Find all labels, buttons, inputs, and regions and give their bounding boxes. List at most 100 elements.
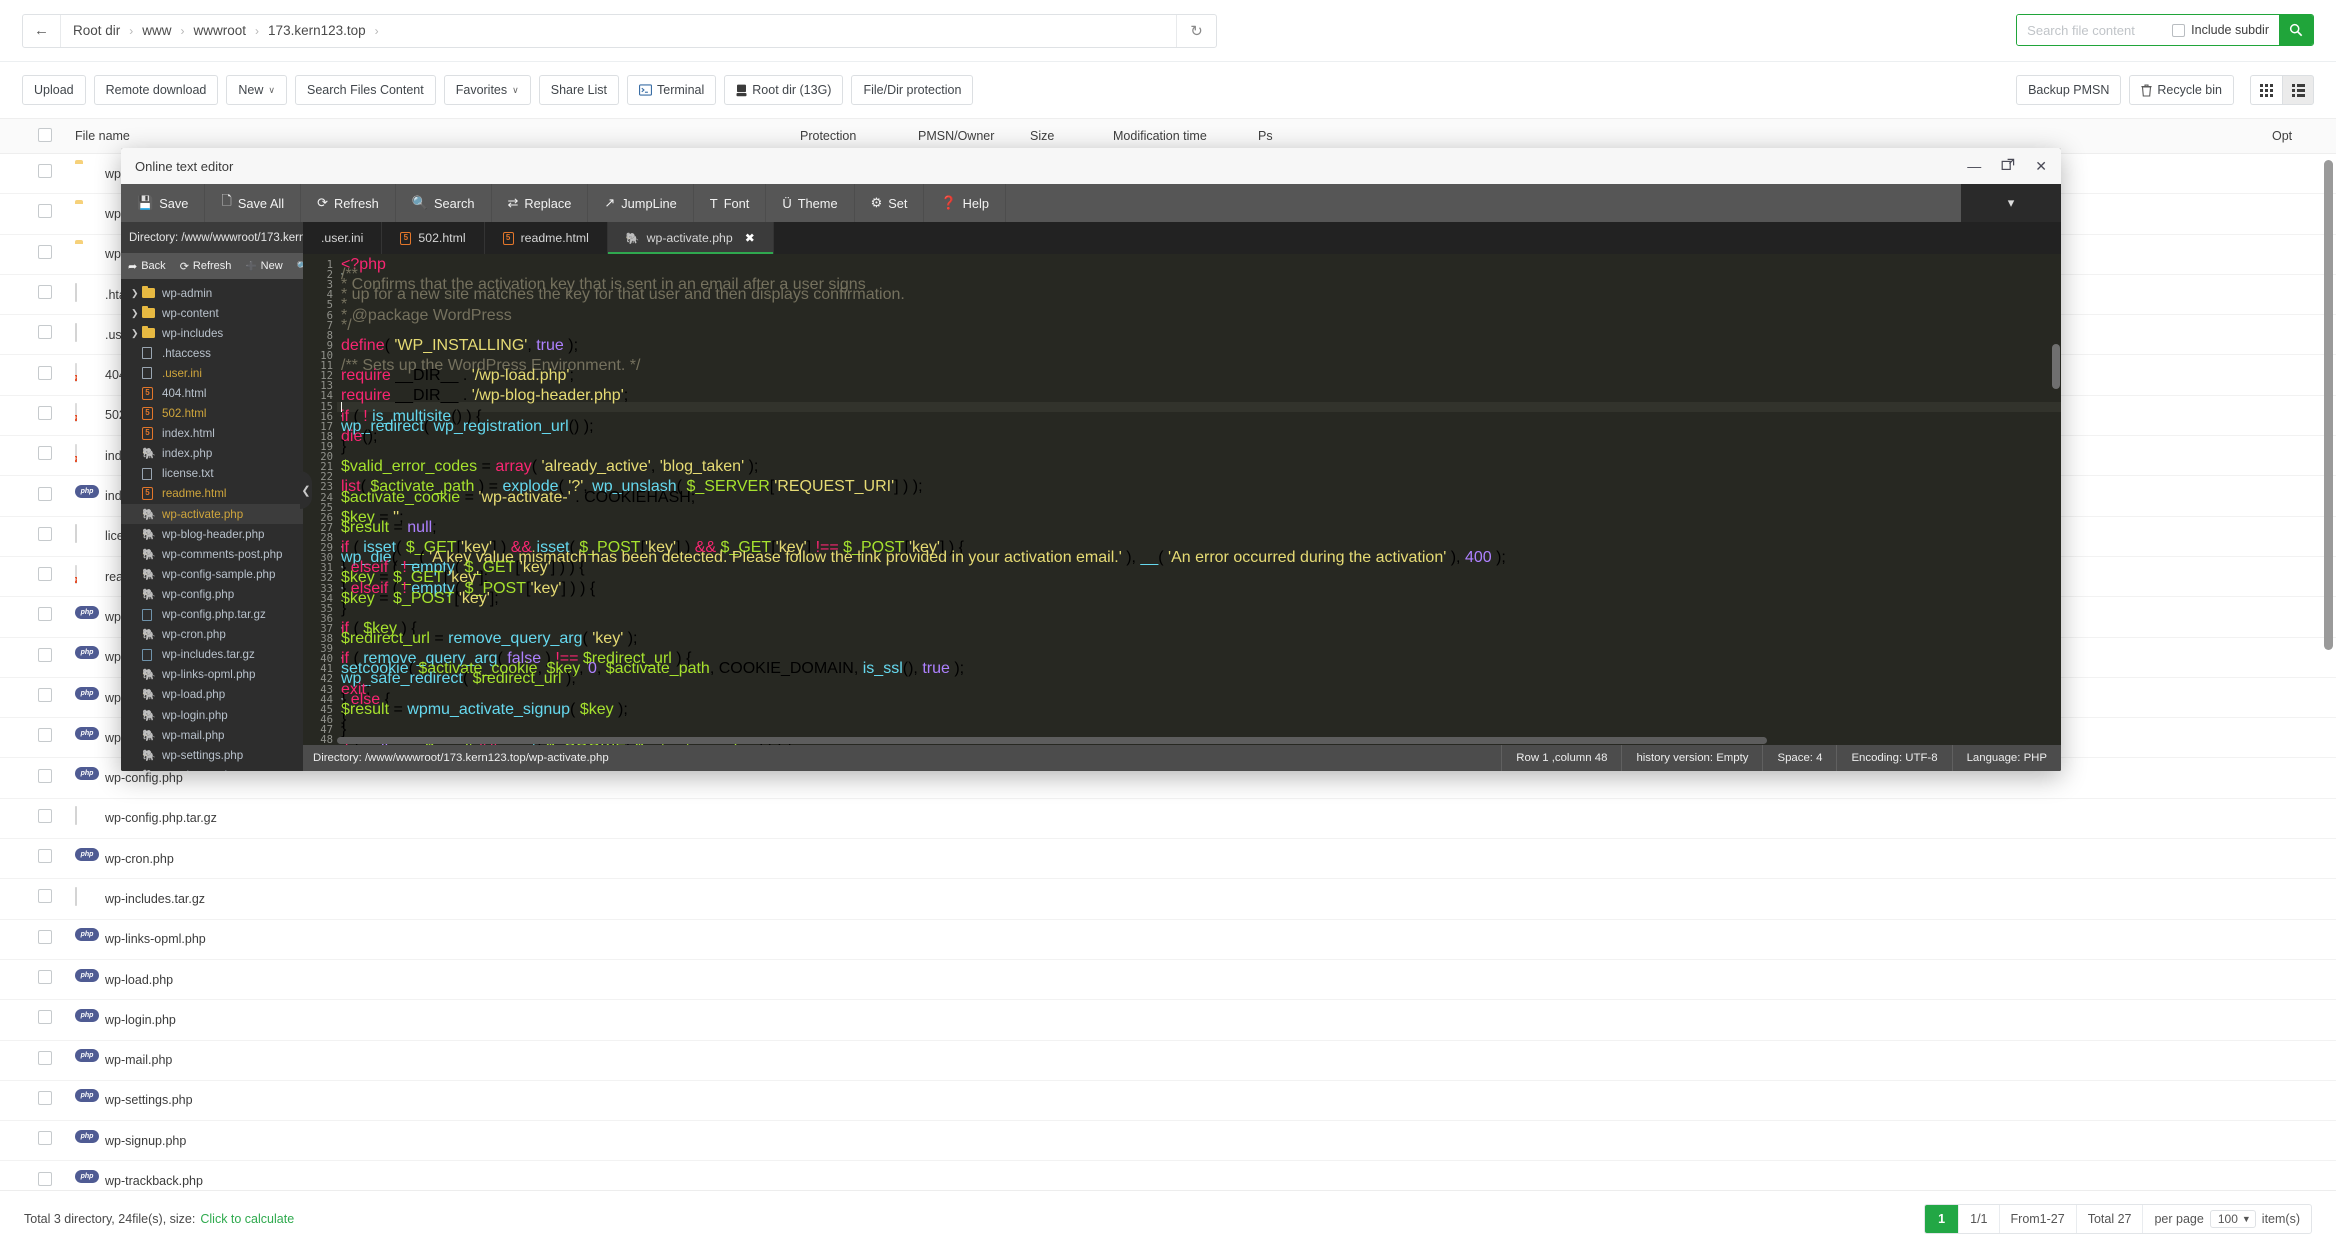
editor-set-button[interactable]: ⚙ Set [855,184,925,222]
code-line[interactable]: setcookie( $activate_cookie, $key, 0, $a… [337,661,2061,677]
tree-item-wp-config-sample-php[interactable]: 🐘 wp-config-sample.php [121,564,303,584]
row-checkbox[interactable] [38,567,52,582]
row-checkbox[interactable] [38,1131,52,1146]
editor-font-button[interactable]: T Font [694,184,767,222]
refresh-icon[interactable]: ↻ [1176,14,1216,47]
code-horizontal-scrollbar[interactable] [337,737,1767,744]
tree-item-wp-admin[interactable]: ❯ wp-admin [121,283,303,303]
code-line[interactable]: */ [337,317,2061,333]
editor-tab-502-html[interactable]: 5 502.html [382,222,485,254]
status-language[interactable]: Language: PHP [1951,745,2061,771]
row-checkbox[interactable] [38,728,52,743]
tree-item-wp-content[interactable]: ❯ wp-content [121,303,303,323]
editor-jumpline-button[interactable]: ↗ JumpLine [588,184,694,222]
tree-item-wp-includes[interactable]: ❯ wp-includes [121,323,303,343]
share-list-button[interactable]: Share List [538,75,620,105]
row-checkbox[interactable] [38,889,52,904]
row-checkbox[interactable] [38,526,52,541]
recycle-bin-button[interactable]: Recycle bin [2129,75,2234,105]
tree-item-wp-config-php[interactable]: 🐘 wp-config.php [121,584,303,604]
tree-item-404-html[interactable]: 5 404.html [121,383,303,403]
row-checkbox[interactable] [38,1050,52,1065]
per-page-select[interactable]: 100 ▼ [2209,1209,2256,1228]
file-name-cell[interactable]: wp-login.php [105,1013,176,1027]
code-line[interactable]: $result = wpmu_activate_signup( $key ); [337,701,2061,717]
tree-item-readme-html[interactable]: 5 readme.html [121,484,303,504]
row-checkbox[interactable] [38,405,52,420]
tree-item-wp-settings-php[interactable]: 🐘 wp-settings.php [121,745,303,765]
file-name-cell[interactable]: wp-trackback.php [105,1174,203,1188]
table-row[interactable]: php wp-mail.php [0,1041,2336,1081]
code-line[interactable]: die(); [337,428,2061,444]
code-line[interactable]: $activate_cookie = 'wp-activate-' . COOK… [337,489,2061,505]
table-row[interactable]: php wp-cron.php [0,839,2336,880]
code-line[interactable]: if ( ! is_multisite() ) { [337,408,2061,424]
tree-new-button[interactable]: ➕ New [238,260,289,272]
row-checkbox[interactable] [38,647,52,662]
editor-title-bar[interactable]: Online text editor — ✕ [121,148,2061,184]
chevron-right-icon[interactable]: ❯ [131,288,142,299]
tree-item--user-ini[interactable]: .user.ini [121,363,303,383]
select-all-checkbox[interactable] [38,128,52,142]
row-checkbox[interactable] [38,1090,52,1105]
file-name-cell[interactable]: wp-includes.tar.gz [105,892,205,906]
remote-download-button[interactable]: Remote download [93,75,219,105]
tree-refresh-button[interactable]: ⟳ Refresh [173,260,239,273]
file-name-cell[interactable]: wp-mail.php [105,1053,172,1067]
backup-pmsn-button[interactable]: Backup PMSN [2016,75,2122,105]
code-area[interactable]: 1234567891011121314151617181920212223242… [303,254,2061,745]
row-checkbox[interactable] [38,1171,52,1186]
row-checkbox[interactable] [38,486,52,501]
tree-item-wp-activate-php[interactable]: 🐘 wp-activate.php [121,504,303,525]
code-line[interactable]: * up for a new site matches the key for … [337,287,2061,303]
file-name-cell[interactable]: wp-settings.php [105,1093,193,1107]
column-pmsn-owner[interactable]: PMSN/Owner [918,129,994,143]
code-line[interactable]: wp_redirect( wp_registration_url() ); [337,418,2061,434]
code-line[interactable]: /** Sets up the WordPress Environment. *… [337,358,2061,374]
editor-search-button[interactable]: 🔍 Search [396,184,492,222]
row-checkbox[interactable] [38,244,52,259]
code-line[interactable]: $redirect_url = remove_query_arg( 'key' … [337,630,2061,646]
file-dir-protection-button[interactable]: File/Dir protection [851,75,974,105]
editor-tab--user-ini[interactable]: .user.ini [303,222,383,254]
editor-save-all-button[interactable]: 🗋 Save All [205,184,302,222]
row-checkbox[interactable] [38,1010,52,1025]
tree-item-wp-config-php-tar-gz[interactable]: wp-config.php.tar.gz [121,605,303,625]
breadcrumb-item-wwwroot[interactable]: wwwroot [194,23,247,38]
code-vertical-scrollbar[interactable] [2052,344,2060,389]
file-list-scrollbar[interactable] [2324,160,2333,650]
tree-item-wp-mail-php[interactable]: 🐘 wp-mail.php [121,725,303,745]
row-checkbox[interactable] [38,768,52,783]
search-button[interactable] [2279,15,2313,45]
code-content[interactable]: <?php/** * Confirms that the activation … [337,254,2061,745]
column-ps[interactable]: Ps [1258,129,1273,143]
row-checkbox[interactable] [38,688,52,702]
row-checkbox[interactable] [38,325,52,340]
editor-theme-button[interactable]: Ü Theme [766,184,855,222]
breadcrumb-item-root[interactable]: Root dir [73,23,120,38]
root-dir-button[interactable]: Root dir (13G) [724,75,844,105]
close-icon[interactable]: ✖ [745,231,755,245]
table-row[interactable]: php wp-login.php [0,1000,2336,1041]
code-line[interactable]: $key = ''; [337,509,2061,525]
tree-item-wp-blog-header-php[interactable]: 🐘 wp-blog-header.php [121,524,303,544]
code-line[interactable]: <?php [337,257,2061,273]
editor-tab-readme-html[interactable]: 5 readme.html [485,222,608,254]
search-files-content-button[interactable]: Search Files Content [295,75,436,105]
close-icon[interactable]: ✕ [2035,159,2047,173]
file-name-cell[interactable]: wp-load.php [105,973,173,987]
file-name-cell[interactable]: wp-config.php.tar.gz [105,811,217,825]
terminal-button[interactable]: Terminal [627,75,717,105]
status-encoding[interactable]: Encoding: UTF-8 [1836,745,1951,771]
column-size[interactable]: Size [1030,129,1054,143]
code-line[interactable]: exit; [337,681,2061,697]
breadcrumb-item-domain[interactable]: 173.kern123.top [268,23,366,38]
maximize-icon[interactable] [2001,158,2015,174]
search-input[interactable] [2017,15,2173,45]
tree-item-wp-links-opml-php[interactable]: 🐘 wp-links-opml.php [121,665,303,685]
code-line[interactable]: $result = null; [337,519,2061,535]
column-protection[interactable]: Protection [800,129,856,143]
editor-replace-button[interactable]: ⇄ Replace [492,184,589,222]
table-row[interactable]: php wp-trackback.php [0,1161,2336,1190]
code-line[interactable]: * @package WordPress [337,307,2061,323]
